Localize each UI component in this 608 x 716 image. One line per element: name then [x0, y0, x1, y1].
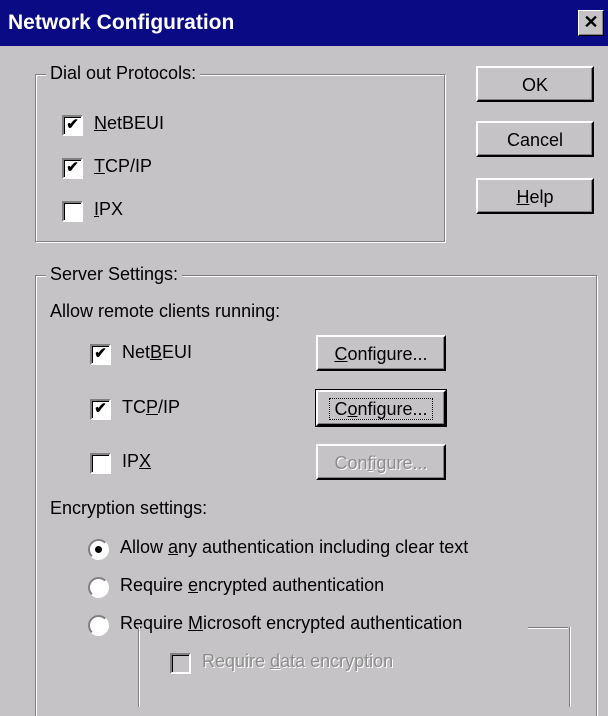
- encryption-allow-any-radio[interactable]: [88, 539, 109, 560]
- encryption-require-microsoft-radio[interactable]: [88, 615, 109, 636]
- dialout-legend: Dial out Protocols:: [46, 63, 201, 84]
- server-ipx-checkbox[interactable]: [90, 453, 111, 474]
- dialout-netbeui-label[interactable]: NetBEUI: [94, 113, 164, 134]
- help-button[interactable]: Help: [476, 178, 594, 214]
- radio-selected-dot: [95, 546, 102, 553]
- close-button[interactable]: ✕: [578, 10, 604, 36]
- title-bar: Network Configuration ✕: [0, 0, 608, 46]
- cancel-button[interactable]: Cancel: [476, 121, 594, 157]
- server-tcpip-checkbox[interactable]: ✔: [90, 399, 111, 420]
- require-data-encryption-label[interactable]: Require data encryption: [202, 651, 393, 672]
- server-tcpip-label[interactable]: TCP/IP: [122, 397, 180, 418]
- window-title: Network Configuration: [8, 11, 235, 34]
- server-netbeui-label[interactable]: NetBEUI: [122, 342, 192, 363]
- focus-rect: Configure...: [329, 398, 433, 420]
- configure-tcpip-button[interactable]: Configure...: [315, 389, 447, 427]
- encryption-require-encrypted-radio[interactable]: [88, 577, 109, 598]
- configure-netbeui-button[interactable]: Configure...: [316, 335, 446, 371]
- server-ipx-label[interactable]: IPX: [122, 451, 151, 472]
- require-data-encryption-checkbox[interactable]: [170, 653, 191, 674]
- encryption-allow-any-label[interactable]: Allow any authentication including clear…: [120, 537, 468, 558]
- dialout-ipx-checkbox[interactable]: [62, 201, 83, 222]
- server-netbeui-checkbox[interactable]: ✔: [90, 344, 111, 365]
- close-icon: ✕: [583, 12, 599, 32]
- dialout-netbeui-checkbox[interactable]: ✔: [62, 115, 83, 136]
- dialout-tcpip-label[interactable]: TCP/IP: [94, 156, 152, 177]
- dialout-ipx-label[interactable]: IPX: [94, 199, 123, 220]
- checkmark-icon: ✔: [66, 159, 79, 176]
- encryption-require-encrypted-label[interactable]: Require encrypted authentication: [120, 575, 384, 596]
- checkmark-icon: ✔: [66, 116, 79, 133]
- configure-ipx-button[interactable]: Configure...: [316, 444, 446, 480]
- subgroup-top-line: [528, 627, 568, 628]
- encryption-settings-label: Encryption settings:: [50, 498, 208, 518]
- dialout-tcpip-checkbox[interactable]: ✔: [62, 158, 83, 179]
- server-settings-legend: Server Settings:: [46, 264, 183, 285]
- checkmark-icon: ✔: [94, 400, 107, 417]
- allow-remote-label: Allow remote clients running:: [50, 301, 281, 321]
- checkmark-icon: ✔: [94, 345, 107, 362]
- ok-button[interactable]: OK: [476, 66, 594, 102]
